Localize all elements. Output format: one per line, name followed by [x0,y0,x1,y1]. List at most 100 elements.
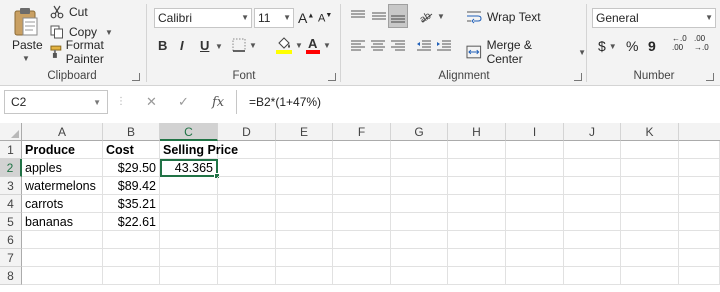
row-header-1[interactable]: 1 [0,141,22,159]
cell-e1[interactable] [276,141,333,159]
column-header-e[interactable]: E [276,123,333,141]
borders-button[interactable]: ▼ [232,38,257,52]
cell-overflow[interactable] [679,159,720,177]
row-header-6[interactable]: 6 [0,231,22,249]
cell-k2[interactable] [621,159,679,177]
cell-k3[interactable] [621,177,679,195]
cell-c5[interactable] [160,213,218,231]
cell-j7[interactable] [564,249,621,267]
column-header-f[interactable]: F [333,123,391,141]
cell-c2[interactable]: 43.365 [160,159,218,177]
italic-button[interactable]: I [180,38,184,53]
row-header-4[interactable]: 4 [0,195,22,213]
currency-button[interactable]: $ ▼ [598,38,617,54]
copy-dropdown-icon[interactable]: ▼ [105,28,113,37]
alignment-dialog-launcher-icon[interactable] [574,73,582,81]
cell-g8[interactable] [391,267,448,285]
paste-button[interactable]: Paste ▼ [6,2,46,63]
column-header-k[interactable]: K [621,123,679,141]
cell-j1[interactable] [564,141,621,159]
row-header-7[interactable]: 7 [0,249,22,267]
cell-a1[interactable]: Produce [22,141,103,159]
cell-a2[interactable]: apples [22,159,103,177]
merge-center-button[interactable]: Merge & Center ▼ [466,38,586,66]
align-left-icon[interactable] [350,39,366,53]
cell-h1[interactable] [448,141,506,159]
cell-e7[interactable] [276,249,333,267]
cell-b8[interactable] [103,267,160,285]
percent-button[interactable]: % [626,38,638,54]
cell-b5[interactable]: $22.61 [103,213,160,231]
decrease-decimal-button[interactable]: .00 →.0 [694,34,709,52]
cell-k4[interactable] [621,195,679,213]
cell-overflow[interactable] [679,231,720,249]
insert-function-icon[interactable]: fx [212,95,224,110]
cell-overflow[interactable] [679,177,720,195]
cell-overflow[interactable] [679,267,720,285]
cell-i6[interactable] [506,231,564,249]
cell-b4[interactable]: $35.21 [103,195,160,213]
cell-a3[interactable]: watermelons [22,177,103,195]
cell-b1[interactable]: Cost [103,141,160,159]
cell-e6[interactable] [276,231,333,249]
cell-c1[interactable]: Selling Price [160,141,238,159]
formula-input[interactable]: =B2*(1+47%) [236,90,720,114]
cell-d1[interactable] [218,141,276,159]
cell-c4[interactable] [160,195,218,213]
font-color-button[interactable]: A ▼ [306,36,331,54]
column-header-i[interactable]: I [506,123,564,141]
orientation-dropdown-icon[interactable]: ▼ [437,12,445,21]
cell-a6[interactable] [22,231,103,249]
enter-icon[interactable]: ✓ [178,94,189,110]
cell-g6[interactable] [391,231,448,249]
cell-k7[interactable] [621,249,679,267]
cell-d2[interactable] [218,159,276,177]
number-format-select[interactable]: General ▼ [592,8,716,28]
cell-g3[interactable] [391,177,448,195]
row-header-2[interactable]: 2 [0,159,22,177]
cell-f5[interactable] [333,213,391,231]
cell-i3[interactable] [506,177,564,195]
cell-overflow[interactable] [679,195,720,213]
column-header-g[interactable]: G [391,123,448,141]
cell-g1[interactable] [391,141,448,159]
cell-j5[interactable] [564,213,621,231]
cell-e4[interactable] [276,195,333,213]
orientation-button[interactable]: ab ▼ [418,8,445,24]
cut-button[interactable]: Cut [50,4,88,20]
align-bottom-button[interactable] [388,4,408,28]
number-dialog-launcher-icon[interactable] [706,73,714,81]
row-header-8[interactable]: 8 [0,267,22,285]
cell-k1[interactable] [621,141,679,159]
cell-d7[interactable] [218,249,276,267]
cell-b2[interactable]: $29.50 [103,159,160,177]
cell-e8[interactable] [276,267,333,285]
comma-style-button[interactable]: 9 [648,38,656,54]
cell-a5[interactable]: bananas [22,213,103,231]
align-top-icon[interactable] [350,9,366,23]
cell-j8[interactable] [564,267,621,285]
cell-i5[interactable] [506,213,564,231]
fill-color-dropdown-icon[interactable]: ▼ [295,41,303,50]
font-size-select[interactable]: 11 ▼ [254,8,294,28]
cell-f1[interactable] [333,141,391,159]
increase-indent-icon[interactable] [436,39,452,53]
cell-b3[interactable]: $89.42 [103,177,160,195]
name-box[interactable]: C2 ▼ [4,90,108,114]
increase-decimal-button[interactable]: ←.0 .00 [672,34,687,52]
cell-d4[interactable] [218,195,276,213]
cell-f8[interactable] [333,267,391,285]
fill-color-button[interactable]: ▼ [276,36,303,54]
cell-f4[interactable] [333,195,391,213]
font-dialog-launcher-icon[interactable] [328,73,336,81]
cell-f3[interactable] [333,177,391,195]
underline-button[interactable]: U [200,38,209,53]
column-header-overflow[interactable] [679,123,720,141]
cell-e2[interactable] [276,159,333,177]
cell-f7[interactable] [333,249,391,267]
cell-g2[interactable] [391,159,448,177]
underline-dropdown-icon[interactable]: ▼ [215,42,223,51]
cell-k8[interactable] [621,267,679,285]
select-all-button[interactable] [0,123,22,141]
borders-dropdown-icon[interactable]: ▼ [249,41,257,50]
